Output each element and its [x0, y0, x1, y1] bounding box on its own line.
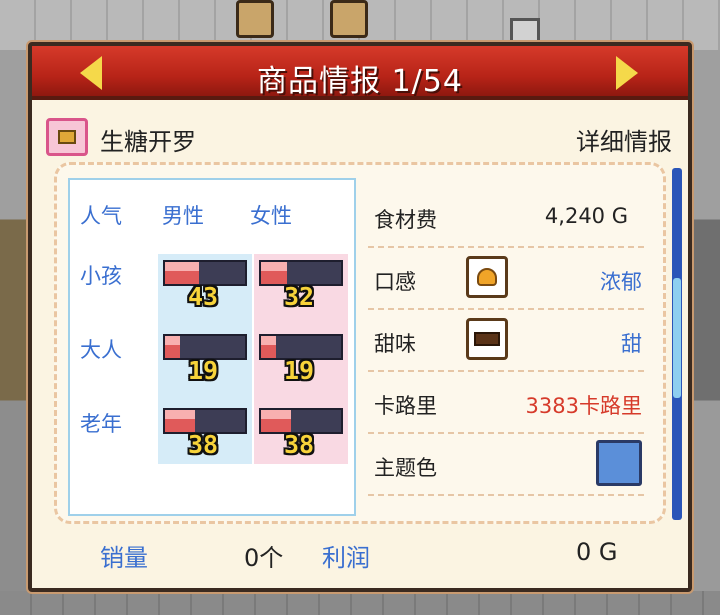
product-info-panel: 商品情报 1/54 生糖开罗 详细情报 人气 男性 女性 小孩 大人 老年 43…	[28, 42, 692, 592]
customer-sprite	[330, 0, 368, 38]
panel-header: 商品情报 1/54	[32, 46, 688, 100]
detail-info-button[interactable]: 详细情报	[576, 122, 672, 157]
theme-color-swatch	[596, 440, 642, 486]
customer-sprite	[236, 0, 274, 38]
texture-value: 浓郁	[600, 270, 642, 294]
bucket-sprite	[510, 18, 540, 44]
sweetness-label: 甜味	[374, 332, 416, 356]
profit-label: 利润	[322, 544, 370, 572]
panel-title: 商品情报 1/54	[257, 64, 463, 99]
calorie-value: 3383卡路里	[525, 394, 642, 418]
row-label-child: 小孩	[80, 264, 122, 288]
value-adult-female: 19	[283, 356, 315, 385]
row-label-adult: 大人	[80, 338, 122, 362]
ingredient-cost-value: 4,240 G	[544, 204, 628, 228]
texture-row: 口感 浓郁	[368, 248, 644, 310]
product-icon	[46, 118, 88, 156]
chocolate-icon	[466, 318, 508, 360]
profit-value: 0 G	[576, 538, 618, 566]
value-child-female: 32	[283, 282, 315, 311]
value-senior-female: 38	[283, 430, 315, 459]
bread-icon	[466, 256, 508, 298]
popularity-label: 人气	[80, 204, 122, 228]
ingredient-cost-label: 食材费	[374, 208, 437, 232]
background-floor	[0, 591, 720, 615]
column-female: 女性	[250, 204, 292, 228]
ingredient-cost-row: 食材费 4,240 G	[368, 186, 644, 248]
sweetness-value: 甜	[621, 332, 642, 356]
calorie-row: 卡路里 3383卡路里	[368, 372, 644, 434]
calorie-label: 卡路里	[374, 394, 437, 418]
theme-color-row: 主题色	[368, 434, 644, 496]
popularity-table: 人气 男性 女性 小孩 大人 老年 43 32 19 19 38 38	[68, 178, 356, 516]
footer-stats: 销量 0个 利润 0 G	[32, 532, 688, 582]
value-child-male: 43	[187, 282, 219, 311]
value-adult-male: 19	[187, 356, 219, 385]
product-row: 生糖开罗 详细情报	[46, 116, 676, 160]
value-senior-male: 38	[187, 430, 219, 459]
sales-label: 销量	[100, 544, 148, 572]
texture-label: 口感	[374, 270, 416, 294]
theme-color-label: 主题色	[374, 456, 437, 480]
sales-value: 0个	[244, 544, 284, 572]
product-name: 生糖开罗	[100, 128, 196, 156]
scrollbar-thumb[interactable]	[673, 278, 681, 398]
sweetness-row: 甜味 甜	[368, 310, 644, 372]
column-male: 男性	[162, 204, 204, 228]
row-label-senior: 老年	[80, 412, 122, 436]
scrollbar[interactable]	[672, 168, 682, 520]
next-arrow-icon[interactable]	[616, 56, 638, 90]
